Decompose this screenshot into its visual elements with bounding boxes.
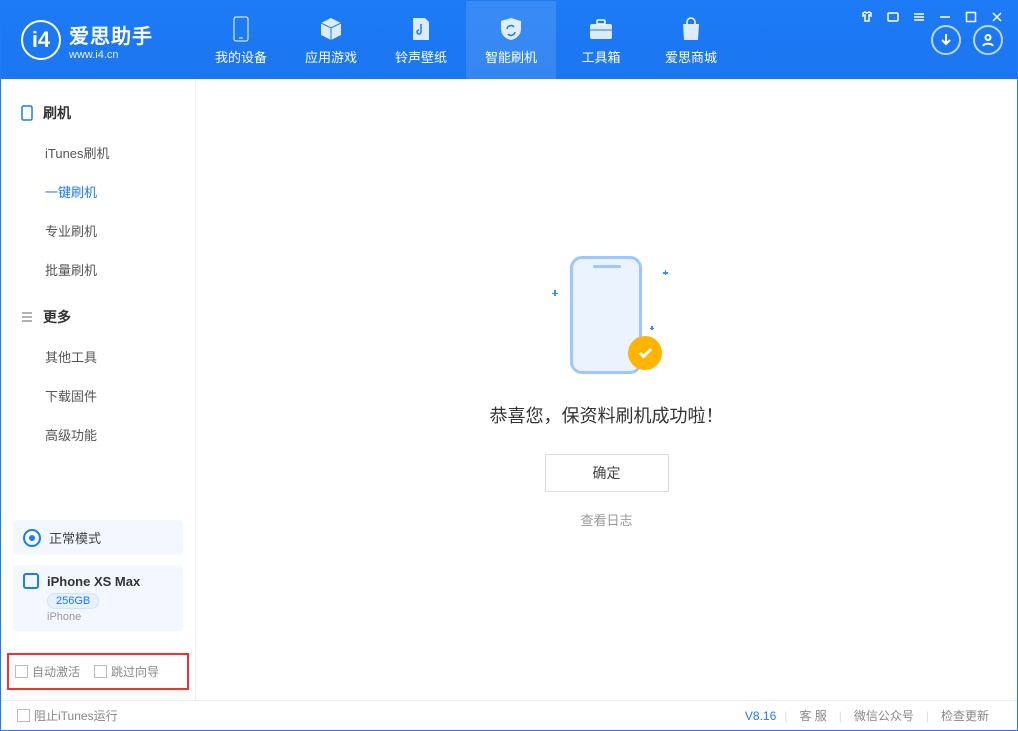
- sidebar-group-more: 更多: [1, 301, 195, 333]
- music-file-icon: [407, 15, 435, 43]
- capacity-badge: 256GB: [47, 593, 99, 609]
- maximize-button[interactable]: [963, 9, 979, 25]
- app-window: i4 爱思助手 www.i4.cn 我的设备 应用游戏 铃声壁纸 智能刷机: [0, 0, 1018, 731]
- device-icon: [19, 105, 35, 121]
- nav-my-device[interactable]: 我的设备: [196, 1, 286, 79]
- mode-label: 正常模式: [49, 528, 101, 547]
- sidebar-item-advanced[interactable]: 高级功能: [1, 415, 195, 454]
- device-name: iPhone XS Max: [47, 574, 140, 589]
- window-controls: [859, 9, 1005, 25]
- sidebar-item-other-tools[interactable]: 其他工具: [1, 337, 195, 376]
- footer: 阻止iTunes运行 V8.16 | 客 服 | 微信公众号 | 检查更新: [1, 700, 1017, 730]
- nav-apps-games[interactable]: 应用游戏: [286, 1, 376, 79]
- footer-support-link[interactable]: 客 服: [799, 707, 826, 724]
- device-type: iPhone: [47, 611, 173, 623]
- device-small-icon: [23, 573, 39, 589]
- sidebar-group-title: 刷机: [43, 103, 71, 123]
- device-mode[interactable]: 正常模式: [13, 520, 183, 555]
- sidebar-item-download-firmware[interactable]: 下载固件: [1, 376, 195, 415]
- briefcase-icon: [587, 15, 615, 43]
- menu-icon[interactable]: [911, 9, 927, 25]
- sidebar-item-itunes-flash[interactable]: iTunes刷机: [1, 133, 195, 172]
- nav-ringtones[interactable]: 铃声壁纸: [376, 1, 466, 79]
- sparkle-icon: [663, 270, 668, 275]
- ok-button[interactable]: 确定: [545, 454, 669, 492]
- nav-label: 我的设备: [215, 47, 267, 66]
- sidebar-scroll: 刷机 iTunes刷机 一键刷机 专业刷机 批量刷机 更多 其他工具 下载固件 …: [1, 79, 195, 510]
- main-content: 恭喜您，保资料刷机成功啦！ 确定 查看日志: [196, 79, 1017, 700]
- sidebar-item-batch-flash[interactable]: 批量刷机: [1, 250, 195, 289]
- sidebar: 刷机 iTunes刷机 一键刷机 专业刷机 批量刷机 更多 其他工具 下载固件 …: [1, 79, 196, 700]
- checkbox-block-itunes[interactable]: 阻止iTunes运行: [17, 707, 118, 724]
- list-icon: [19, 309, 35, 325]
- success-message: 恭喜您，保资料刷机成功啦！: [490, 402, 724, 428]
- refresh-shield-icon: [497, 15, 525, 43]
- check-circle-icon: [628, 336, 662, 370]
- view-log-link[interactable]: 查看日志: [580, 510, 632, 529]
- cube-icon: [317, 15, 345, 43]
- nav-label: 工具箱: [581, 47, 620, 66]
- minimize-button[interactable]: [937, 9, 953, 25]
- checkbox-label: 阻止iTunes运行: [34, 707, 118, 724]
- card-icon[interactable]: [885, 9, 901, 25]
- checkbox-skip-guide[interactable]: 跳过向导: [94, 663, 159, 680]
- nav-label: 智能刷机: [485, 47, 537, 66]
- sparkle-icon: [552, 290, 558, 296]
- sidebar-group-title: 更多: [43, 307, 71, 327]
- logo: i4 爱思助手 www.i4.cn: [1, 20, 196, 61]
- sidebar-group-flash: 刷机: [1, 97, 195, 129]
- nav-store[interactable]: 爱思商城: [646, 1, 736, 79]
- sidebar-item-oneclick-flash[interactable]: 一键刷机: [1, 172, 195, 211]
- nav-smart-flash[interactable]: 智能刷机: [466, 1, 556, 79]
- success-illustration: [542, 250, 672, 380]
- options-highlight-box: 自动激活 跳过向导: [7, 653, 189, 690]
- body: 刷机 iTunes刷机 一键刷机 专业刷机 批量刷机 更多 其他工具 下载固件 …: [1, 79, 1017, 700]
- sidebar-item-pro-flash[interactable]: 专业刷机: [1, 211, 195, 250]
- close-button[interactable]: [989, 9, 1005, 25]
- mode-icon: [23, 529, 41, 547]
- footer-check-update-link[interactable]: 检查更新: [941, 707, 989, 724]
- bag-icon: [677, 15, 705, 43]
- phone-icon: [227, 15, 255, 43]
- nav-label: 应用游戏: [305, 47, 357, 66]
- logo-icon: i4: [21, 20, 61, 60]
- device-panel: 正常模式 iPhone XS Max 256GB iPhone: [1, 510, 195, 631]
- user-button[interactable]: [973, 25, 1003, 55]
- nav-label: 铃声壁纸: [395, 47, 447, 66]
- footer-wechat-link[interactable]: 微信公众号: [854, 707, 914, 724]
- app-site: www.i4.cn: [69, 49, 153, 61]
- nav-label: 爱思商城: [665, 47, 717, 66]
- app-name: 爱思助手: [69, 20, 153, 49]
- sparkle-icon: [650, 326, 654, 330]
- device-info[interactable]: iPhone XS Max 256GB iPhone: [13, 565, 183, 631]
- checkbox-box: [15, 665, 28, 678]
- shirt-icon[interactable]: [859, 9, 875, 25]
- checkbox-label: 自动激活: [32, 663, 80, 680]
- download-button[interactable]: [931, 25, 961, 55]
- checkbox-auto-activate[interactable]: 自动激活: [15, 663, 80, 680]
- version-label: V8.16: [745, 709, 776, 723]
- nav-toolbox[interactable]: 工具箱: [556, 1, 646, 79]
- checkbox-box: [17, 709, 30, 722]
- checkbox-label: 跳过向导: [111, 663, 159, 680]
- top-nav: 我的设备 应用游戏 铃声壁纸 智能刷机 工具箱 爱思商城: [196, 1, 736, 79]
- checkbox-box: [94, 665, 107, 678]
